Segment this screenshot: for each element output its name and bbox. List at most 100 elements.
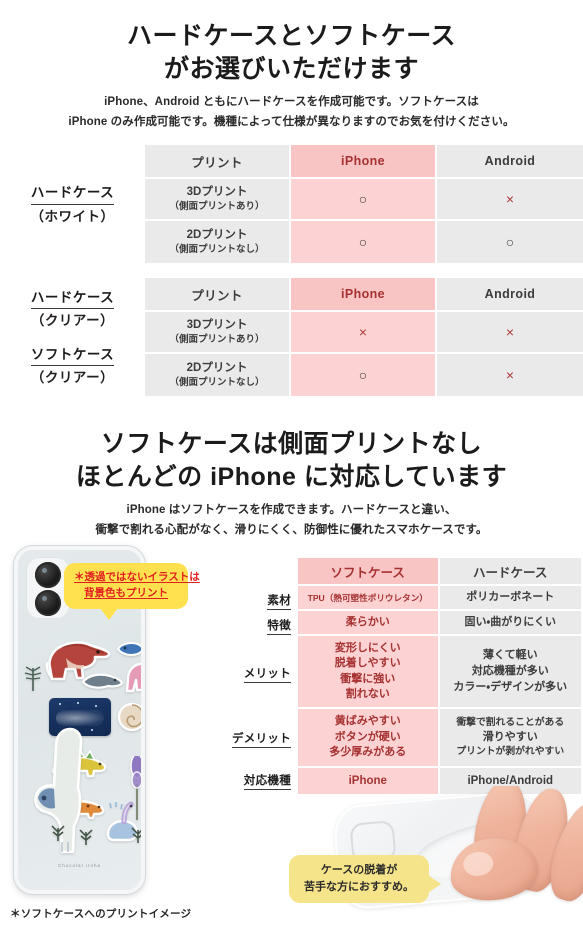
section2-heading-line1: ソフトケースは側面プリントなし xyxy=(100,430,483,458)
col-header-android: Android xyxy=(437,278,583,312)
sticker-lavender xyxy=(130,756,141,820)
sticker-mosasaur xyxy=(81,673,124,689)
comparison-label-material: 素材 xyxy=(228,588,298,613)
soft-demerit-2: ボタンが硬い xyxy=(334,730,401,743)
compat-label-1-paren: （ホワイト） xyxy=(30,208,115,224)
compat-table-1: プリント iPhone Android 3Dプリント （側面プリントあり） ○ … xyxy=(145,145,583,263)
cell-hard-merit: 薄くて軽い 対応機種が多い カラー・デザインが多い xyxy=(439,636,581,710)
mark-cross-icon: × xyxy=(358,324,368,340)
compat-table-2: プリント iPhone Android 3Dプリント （側面プリントあり） × … xyxy=(145,278,583,396)
print-type-sub: （側面プリントなし） xyxy=(169,376,265,388)
callout-easy-removal: ケースの脱着が 苦手な方におすすめ。 xyxy=(289,855,441,904)
col-header-iphone: iPhone xyxy=(291,278,437,312)
table-header-row: プリント iPhone Android xyxy=(145,278,583,312)
cell-android: × xyxy=(437,354,583,396)
camera-lens-icon xyxy=(35,562,61,588)
cell-soft-demerit: 黄ばみやすい ボタンが硬い 多少厚みがある xyxy=(298,709,440,768)
mark-circle-icon: ○ xyxy=(505,234,515,250)
section2-heading-line2: ほとんどの iPhone に対応しています xyxy=(75,463,508,491)
comparison-table-grid: ソフトケース ハードケース TPU（熱可塑性ポリウレタン） ポリカーボネート 柔… xyxy=(298,558,581,794)
callout-tail-icon xyxy=(100,607,118,620)
print-type-main: 2Dプリント xyxy=(186,229,248,242)
hard-merit-1: 薄くて軽い xyxy=(482,649,538,662)
compat-label-2a-paren: （クリアー） xyxy=(30,313,115,329)
section2-heading: ソフトケースは側面プリントなし ほとんどの iPhone に対応しています xyxy=(0,428,583,494)
soft-merit-4: 割れない xyxy=(345,688,390,701)
cell-soft-feature: 柔らかい xyxy=(298,611,440,637)
section1-subtext: iPhone、Android ともにハードケースを作成可能です。ソフトケースは … xyxy=(0,92,583,132)
section1-heading-line2: がお選びいただけます xyxy=(163,55,419,83)
callout-transparency-note: ＊透過ではないイラストは 背景色もプリント xyxy=(64,563,200,620)
cell-iphone: ○ xyxy=(291,221,437,263)
col-header-iphone: iPhone xyxy=(291,145,437,179)
soft-material-text: TPU（熱可塑性ポリウレタン） xyxy=(307,592,428,603)
section2-subtext-line1: iPhone はソフトケースを作成できます。ハードケースと違い、 xyxy=(126,504,457,516)
hard-demerit-2: 滑りやすい xyxy=(482,730,538,743)
hard-material-text: ポリカーボネート xyxy=(466,590,555,603)
mark-circle-icon: ○ xyxy=(358,191,368,207)
table-row-feature: 柔らかい 固い・曲がりにくい xyxy=(298,611,581,637)
compat-label-2a: ハードケース （クリアー） xyxy=(30,287,115,330)
comparison-label-feature: 特徴 xyxy=(228,613,298,638)
hard-merit-2: 対応機種が多い xyxy=(471,665,549,677)
volume-down-button xyxy=(14,669,17,695)
mark-circle-icon: ○ xyxy=(358,234,368,250)
col-header-print: プリント xyxy=(145,278,291,312)
print-type-main: 3Dプリント xyxy=(186,186,248,199)
section1-subtext-line1: iPhone、Android ともにハードケースを作成可能です。ソフトケースは xyxy=(104,96,479,108)
cell-iphone: ○ xyxy=(291,354,437,396)
compat-label-1: ハードケース （ホワイト） xyxy=(31,182,115,225)
cell-android: × xyxy=(437,312,583,354)
callout-transparency-line2: 背景色もプリント xyxy=(84,586,168,599)
cell-android: ○ xyxy=(437,221,583,263)
hard-demerit-1: 衝撃で割れることがある xyxy=(456,716,565,728)
comparison-label-merit: メリット xyxy=(228,638,298,710)
table-row: 2Dプリント （側面プリントなし） ○ × xyxy=(145,354,583,396)
section1-subtext-line2: iPhone のみ作成可能です。機種によって仕様が異なりますのでお気を付けくださ… xyxy=(68,116,515,129)
compat-label-2a-main: ハードケース xyxy=(30,289,115,310)
table-row: 2Dプリント （側面プリントなし） ○ ○ xyxy=(145,221,583,263)
cell-print-type: 2Dプリント （側面プリントなし） xyxy=(145,354,291,396)
product-info-page: ハードケースとソフトケース がお選びいただけます iPhone、Android … xyxy=(0,0,583,952)
cell-hard-material: ポリカーボネート xyxy=(439,586,581,612)
section1-heading: ハードケースとソフトケース がお選びいただけます xyxy=(0,20,583,86)
table-row-demerit: 黄ばみやすい ボタンが硬い 多少厚みがある 衝撃で割れることがある 滑りやすい … xyxy=(298,709,581,768)
callout-transparency-line1: ＊透過ではないイラストは xyxy=(74,571,200,583)
section2-subtext: iPhone はソフトケースを作成できます。ハードケースと違い、 衝撃で割れる心… xyxy=(0,500,583,540)
section2-subtext-line2: 衝撃で割れる心配がなく、滑りにくく、防御性に優れたスマホケースです。 xyxy=(95,524,488,537)
col-header-print: プリント xyxy=(145,145,291,179)
hard-demerit-3: プリントが剥がれやすい xyxy=(456,746,565,758)
compat-label-group-1: ハードケース （ホワイト） xyxy=(0,145,145,263)
print-type-main: 3Dプリント xyxy=(186,319,248,332)
col-header-android: Android xyxy=(437,145,583,179)
cell-hard-demerit: 衝撃で割れることがある 滑りやすい プリントが剥がれやすい xyxy=(439,709,581,768)
compat-label-group-2: ハードケース （クリアー） ソフトケース （クリアー） xyxy=(0,278,145,396)
table-row-merit: 変形しにくい 脱着しやすい 衝撃に強い 割れない 薄くて軽い 対応機種が多い カ… xyxy=(298,636,581,710)
table-row: 3Dプリント （側面プリントあり） ○ × xyxy=(145,179,583,221)
compat-label-2b-main: ソフトケース xyxy=(30,346,115,366)
sticker-ammonite xyxy=(117,702,141,732)
compat-label-1-main: ハードケース xyxy=(30,184,115,205)
print-type-main: 2Dプリント xyxy=(186,362,248,375)
mute-switch xyxy=(14,612,17,627)
cell-iphone: × xyxy=(291,312,437,354)
soft-merit-3: 衝撃に強い xyxy=(340,672,396,685)
comparison-label-demerit: デメリット xyxy=(228,710,298,768)
soft-feature-text: 柔らかい xyxy=(345,616,390,629)
callout-easy-removal-line1: ケースの脱着が xyxy=(320,864,398,876)
sticker-grass-sprig xyxy=(79,829,93,845)
mark-cross-icon: × xyxy=(505,324,515,340)
cell-android: × xyxy=(437,179,583,221)
compat-label-2b: ソフトケース （クリアー） xyxy=(30,344,115,387)
comparison-label-devices: 対応機種 xyxy=(228,768,298,794)
table-header-row: プリント iPhone Android xyxy=(145,145,583,179)
footnote-print-image: ＊ソフトケースへのプリントイメージ xyxy=(10,908,192,920)
mark-cross-icon: × xyxy=(505,191,515,207)
compat-table-hardcase-white: ハードケース （ホワイト） プリント iPhone Android 3Dプリント… xyxy=(0,145,583,263)
hard-merit-3: カラー・デザインが多い xyxy=(453,680,568,693)
col-header-hardcase: ハードケース xyxy=(439,558,581,586)
cell-print-type: 3Dプリント （側面プリントあり） xyxy=(145,179,291,221)
col-header-softcase: ソフトケース xyxy=(298,558,440,586)
sticker-grass-sprig xyxy=(51,825,65,841)
sticker-fern-small xyxy=(24,666,42,691)
